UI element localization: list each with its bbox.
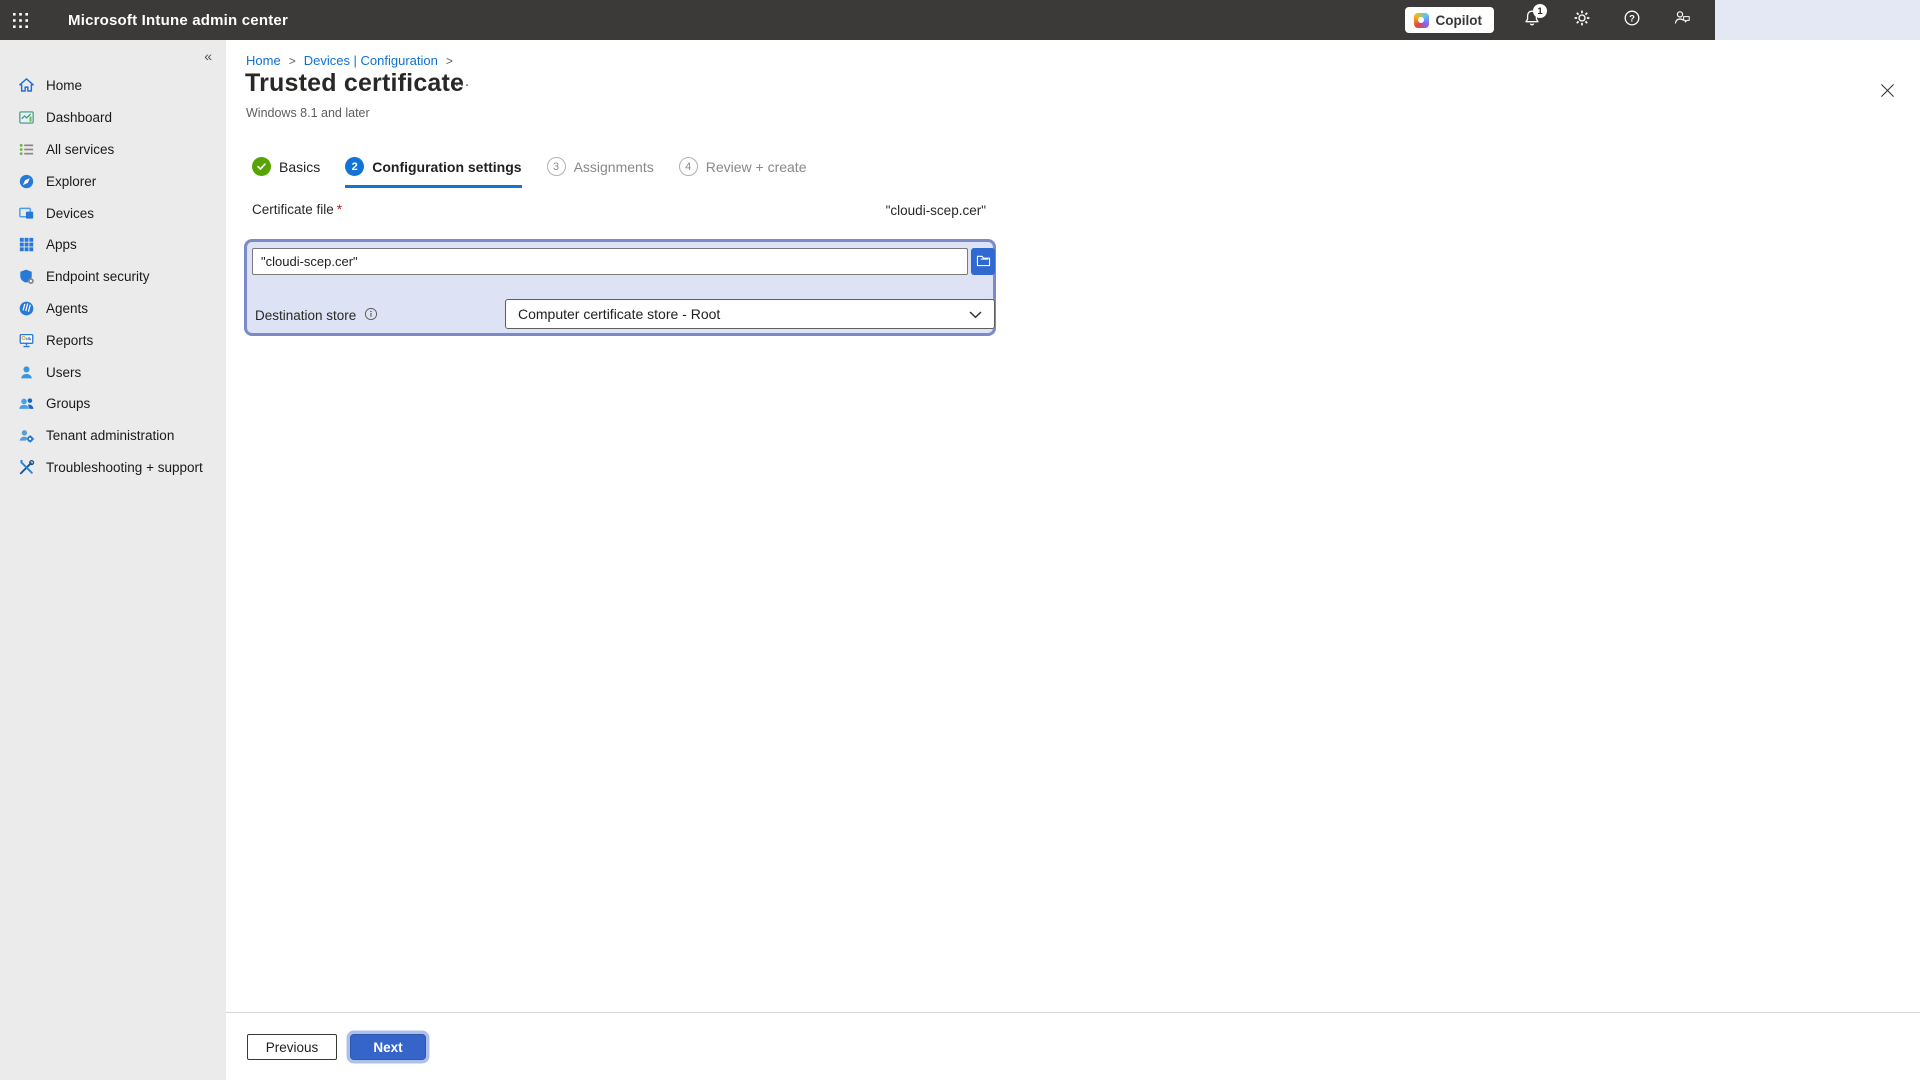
- sidebar-item-label: Apps: [46, 237, 77, 252]
- sidebar-item-dashboard[interactable]: Dashboard: [0, 102, 226, 134]
- sidebar-item-label: Troubleshooting + support: [46, 460, 203, 475]
- sidebar-item-label: Groups: [46, 396, 90, 411]
- tab-label: Assignments: [574, 159, 654, 175]
- devices-icon: [17, 204, 36, 223]
- browse-file-button[interactable]: [971, 248, 995, 275]
- home-icon: [17, 76, 36, 95]
- reports-icon: [17, 331, 36, 350]
- step-number-badge: 2: [345, 157, 364, 176]
- sidebar-item-groups[interactable]: Groups: [0, 388, 226, 420]
- tenant-administration-icon: [17, 426, 36, 445]
- copilot-button[interactable]: Copilot: [1405, 7, 1495, 33]
- step-complete-check-icon: [252, 157, 271, 176]
- users-icon: [17, 363, 36, 382]
- drag-file-ghost-text: "cloudi-scep.cer": [252, 203, 986, 218]
- topbar: Microsoft Intune admin center Copilot 1: [0, 0, 1920, 40]
- all-services-icon: [17, 140, 36, 159]
- sidebar-collapse-button[interactable]: «: [200, 46, 216, 66]
- gear-icon: [1572, 8, 1592, 33]
- tab-basics[interactable]: Basics: [252, 157, 320, 185]
- breadcrumb-separator: >: [446, 54, 453, 68]
- tab-configuration-settings[interactable]: 2 Configuration settings: [345, 157, 521, 188]
- wizard-steps: Basics 2 Configuration settings 3 Assign…: [252, 157, 807, 188]
- topbar-actions: Copilot 1: [1405, 0, 1703, 40]
- destination-store-dropdown[interactable]: Computer certificate store - Root: [505, 299, 995, 329]
- breadcrumb-devices-configuration-link[interactable]: Devices | Configuration: [304, 53, 438, 68]
- topbar-light-region: [1715, 0, 1920, 40]
- endpoint-security-icon: [17, 267, 36, 286]
- tab-assignments[interactable]: 3 Assignments: [547, 157, 654, 185]
- sidebar-item-label: All services: [46, 142, 114, 157]
- sidebar-item-endpoint-security[interactable]: Endpoint security: [0, 261, 226, 293]
- sidebar-item-tenant-administration[interactable]: Tenant administration: [0, 420, 226, 452]
- tab-review-create[interactable]: 4 Review + create: [679, 157, 807, 185]
- app-title: Microsoft Intune admin center: [68, 12, 288, 29]
- sidebar-item-label: Agents: [46, 301, 88, 316]
- folder-icon: [976, 254, 991, 270]
- feedback-button[interactable]: [1662, 0, 1702, 40]
- sidebar-item-home[interactable]: Home: [0, 70, 226, 102]
- sidebar-item-label: Dashboard: [46, 110, 112, 125]
- sidebar-item-devices[interactable]: Devices: [0, 197, 226, 229]
- notification-badge: 1: [1533, 4, 1547, 18]
- certificate-file-input[interactable]: [252, 248, 968, 275]
- info-icon[interactable]: [364, 307, 378, 324]
- tab-label: Configuration settings: [372, 159, 521, 175]
- help-icon: ?: [1622, 8, 1642, 33]
- feedback-icon: [1672, 7, 1693, 33]
- help-button[interactable]: ?: [1612, 0, 1652, 40]
- groups-icon: [17, 394, 36, 413]
- apps-icon: [17, 235, 36, 254]
- sidebar-item-label: Endpoint security: [46, 269, 150, 284]
- certificate-settings-panel: Destination store Computer certificate s…: [244, 239, 996, 336]
- certificate-file-label: Certificate file*: [252, 202, 342, 217]
- main-content: Home > Devices | Configuration > Trusted…: [226, 40, 1920, 1080]
- close-icon: [1880, 83, 1895, 103]
- sidebar-item-all-services[interactable]: All services: [0, 134, 226, 166]
- svg-text:?: ?: [1629, 13, 1635, 24]
- page-subtitle: Windows 8.1 and later: [246, 106, 370, 120]
- sidebar-item-label: Tenant administration: [46, 428, 174, 443]
- tab-label: Basics: [279, 159, 320, 175]
- previous-button[interactable]: Previous: [247, 1034, 337, 1060]
- dashboard-icon: [17, 108, 36, 127]
- copilot-label: Copilot: [1436, 13, 1483, 28]
- breadcrumb-home-link[interactable]: Home: [246, 53, 281, 68]
- explorer-icon: [17, 172, 36, 191]
- sidebar-item-label: Devices: [46, 206, 94, 221]
- agents-icon: [17, 299, 36, 318]
- sidebar: « Home Dashboard All services Explorer D…: [0, 40, 226, 1080]
- sidebar-item-explorer[interactable]: Explorer: [0, 165, 226, 197]
- app-launcher-button[interactable]: [0, 0, 40, 40]
- required-marker: *: [337, 202, 342, 217]
- chevron-down-icon: [969, 306, 982, 322]
- sidebar-item-label: Explorer: [46, 174, 96, 189]
- breadcrumb: Home > Devices | Configuration >: [246, 53, 453, 68]
- intune-admin-center-screen: Microsoft Intune admin center Copilot 1: [0, 0, 1920, 1080]
- sidebar-item-label: Reports: [46, 333, 93, 348]
- sidebar-item-label: Home: [46, 78, 82, 93]
- sidebar-item-troubleshooting-support[interactable]: Troubleshooting + support: [0, 452, 226, 484]
- sidebar-item-users[interactable]: Users: [0, 356, 226, 388]
- waffle-icon: [12, 12, 29, 29]
- tab-label: Review + create: [706, 159, 807, 175]
- breadcrumb-separator: >: [289, 54, 296, 68]
- next-button[interactable]: Next: [350, 1034, 426, 1060]
- step-number-badge: 3: [547, 157, 566, 176]
- dropdown-value: Computer certificate store - Root: [518, 306, 720, 322]
- sidebar-item-apps[interactable]: Apps: [0, 229, 226, 261]
- copilot-icon: [1414, 13, 1429, 28]
- close-blade-button[interactable]: [1874, 80, 1900, 106]
- step-number-badge: 4: [679, 157, 698, 176]
- settings-button[interactable]: [1562, 0, 1602, 40]
- troubleshooting-icon: [17, 458, 36, 477]
- sidebar-item-agents[interactable]: Agents: [0, 293, 226, 325]
- destination-store-label: Destination store: [255, 307, 378, 324]
- sidebar-item-reports[interactable]: Reports: [0, 324, 226, 356]
- sidebar-item-label: Users: [46, 365, 81, 380]
- title-overflow-button[interactable]: …: [454, 73, 471, 91]
- footer-divider: [226, 1012, 1920, 1013]
- notifications-button[interactable]: 1: [1512, 0, 1552, 40]
- page-title: Trusted certificate: [245, 69, 464, 98]
